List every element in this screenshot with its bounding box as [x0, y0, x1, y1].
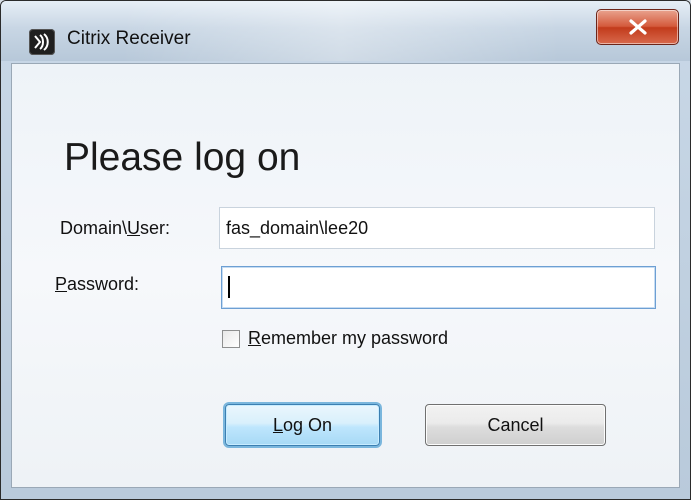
- close-button[interactable]: [596, 9, 679, 45]
- log-on-button[interactable]: Log On: [225, 404, 380, 446]
- password-input[interactable]: [221, 266, 656, 309]
- citrix-receiver-window: Citrix Receiver Please log on Domain\Use…: [0, 0, 691, 500]
- close-icon: [629, 19, 647, 35]
- text-caret: [228, 276, 230, 298]
- citrix-receiver-icon: [29, 29, 55, 55]
- window-title: Citrix Receiver: [67, 28, 191, 49]
- user-field-label: Domain\User:: [60, 218, 171, 238]
- dialog-content: Please log on Domain\User: fas_domain\le…: [11, 63, 680, 488]
- remember-password-label[interactable]: Remember my password: [248, 328, 448, 349]
- user-input[interactable]: fas_domain\lee20: [219, 207, 655, 249]
- cancel-button[interactable]: Cancel: [425, 404, 606, 446]
- title-bar[interactable]: Citrix Receiver: [1, 1, 690, 61]
- password-field-label: Password:: [55, 274, 140, 294]
- remember-password-checkbox[interactable]: [222, 330, 240, 348]
- page-title: Please log on: [64, 136, 301, 179]
